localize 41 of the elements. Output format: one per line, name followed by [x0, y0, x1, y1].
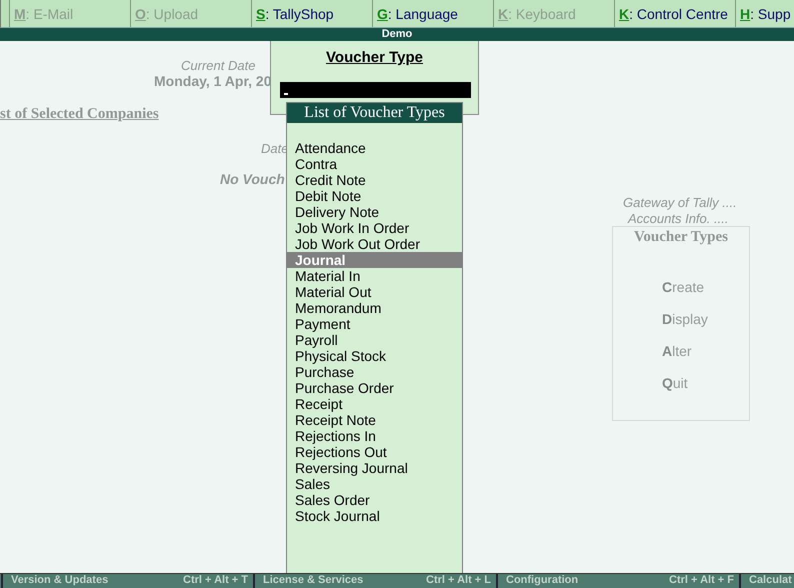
list-item[interactable]: Attendance — [287, 140, 462, 156]
menu-item[interactable]: K: Control Centre — [614, 0, 735, 27]
panel-title: Voucher Types — [632, 229, 730, 246]
list-item[interactable]: Rejections Out — [287, 444, 462, 460]
list-item[interactable]: Reversing Journal — [287, 460, 462, 476]
shortcut-text: Ctrl + Alt + F — [669, 574, 734, 588]
list-item[interactable]: Job Work Out Order — [287, 236, 462, 252]
list-item[interactable]: Job Work In Order — [287, 220, 462, 236]
section-heading: st of Selected Companies — [0, 106, 159, 123]
input-field[interactable] — [280, 82, 471, 98]
list-item[interactable]: Payroll — [287, 332, 462, 348]
list-item[interactable]: Memorandum — [287, 300, 462, 316]
menu-item[interactable]: H: Supp — [735, 0, 794, 27]
list-item[interactable]: Sales Order — [287, 492, 462, 508]
list-item[interactable]: Material Out — [287, 284, 462, 300]
list-item[interactable]: Contra — [287, 156, 462, 172]
list-item[interactable]: Debit Note — [287, 188, 462, 204]
list-item[interactable]: Receipt — [287, 396, 462, 412]
list-item[interactable]: Journal — [287, 252, 462, 268]
panel-title: Voucher Type — [325, 49, 424, 66]
list-title: List of Voucher Types — [287, 103, 462, 123]
breadcrumb: Accounts Info. .... — [628, 211, 728, 226]
list-item[interactable]: Material In — [287, 268, 462, 284]
no-vouchers-text: No Vouch — [220, 171, 285, 187]
list-item[interactable]: Stock Journal — [287, 508, 462, 524]
shortcut-text: Ctrl + Alt + L — [426, 574, 491, 588]
menu-item[interactable]: S: TallyShop — [251, 0, 372, 27]
list-item[interactable]: Purchase — [287, 364, 462, 380]
list-item[interactable]: Physical Stock — [287, 348, 462, 364]
breadcrumb: Gateway of Tally .... — [623, 195, 737, 210]
menu-item[interactable]: G: Language — [372, 0, 493, 27]
list-item[interactable]: Payment — [287, 316, 462, 332]
shortcut-text: Ctrl + Alt + T — [183, 574, 248, 588]
current-date-label: Current Date — [181, 58, 256, 73]
company-title-bar: Demo — [0, 28, 794, 41]
list-item[interactable]: Credit Note — [287, 172, 462, 188]
list-item[interactable]: Receipt Note — [287, 412, 462, 428]
list-item[interactable]: Delivery Note — [287, 204, 462, 220]
list-item[interactable]: Rejections In — [287, 428, 462, 444]
list-item[interactable]: Sales — [287, 476, 462, 492]
list-item[interactable]: Purchase Order — [287, 380, 462, 396]
